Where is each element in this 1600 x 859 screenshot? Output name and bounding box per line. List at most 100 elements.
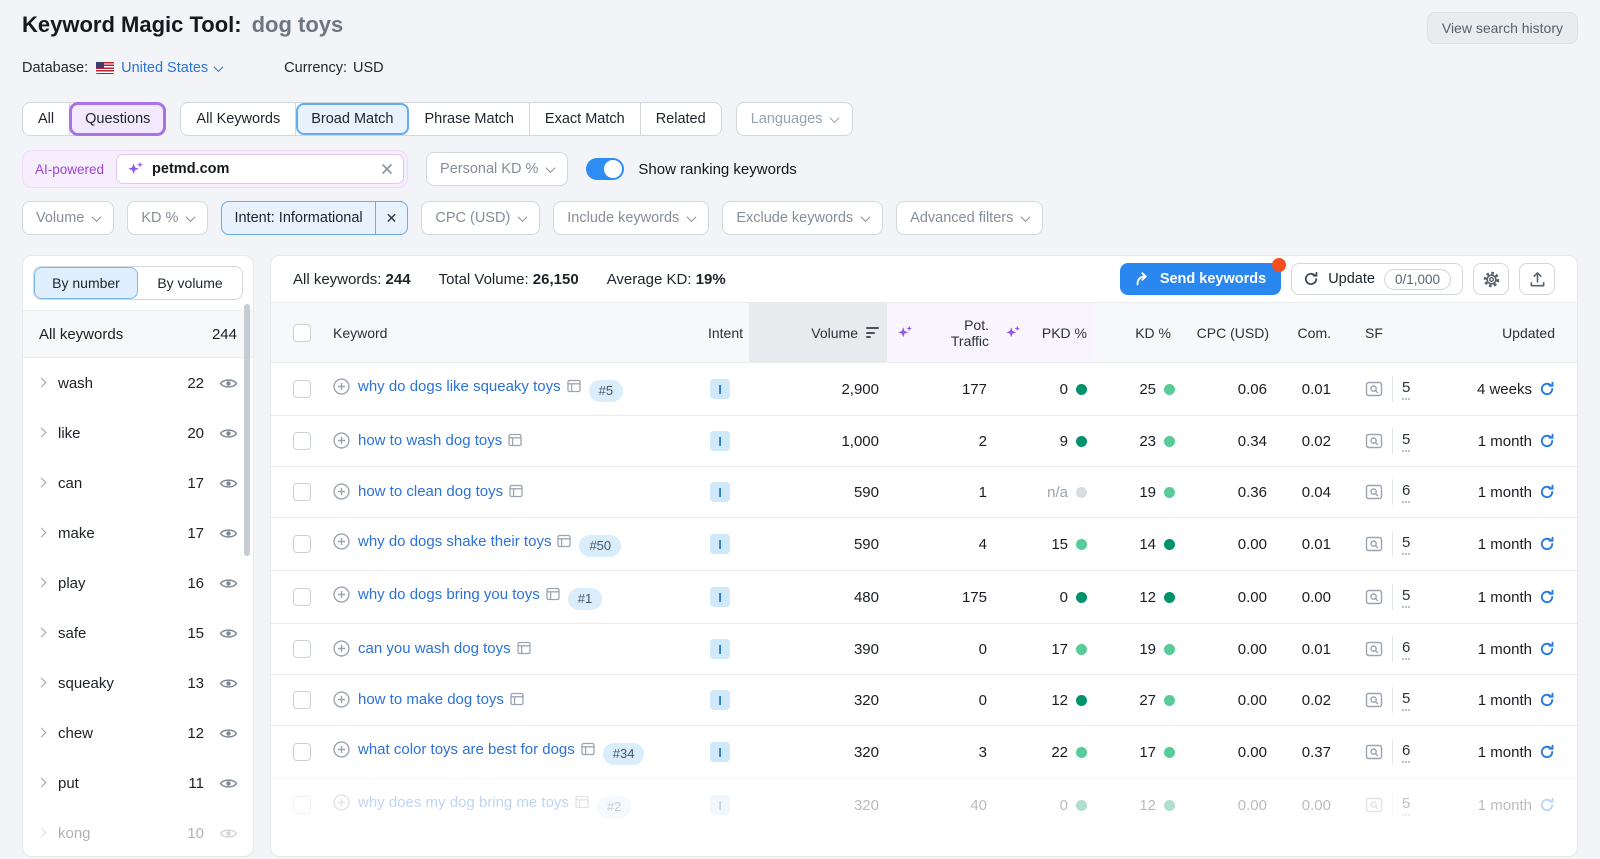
add-keyword-icon[interactable] [333, 483, 350, 500]
chevron-right-icon[interactable] [37, 777, 47, 787]
serp-preview-icon[interactable] [1365, 483, 1383, 501]
refresh-icon[interactable] [1539, 744, 1555, 760]
column-com[interactable]: Com. [1275, 303, 1337, 362]
eye-icon[interactable] [219, 424, 238, 443]
tab-related[interactable]: Related [641, 103, 721, 135]
advanced-filters[interactable]: Advanced filters [896, 201, 1043, 235]
settings-button[interactable] [1473, 263, 1509, 295]
add-keyword-icon[interactable] [333, 741, 350, 758]
keyword-group-item[interactable]: squeaky 13 [23, 658, 253, 708]
keyword-group-item[interactable]: chew 12 [23, 708, 253, 758]
chevron-right-icon[interactable] [37, 527, 47, 537]
sf-count[interactable]: 5 [1402, 795, 1410, 816]
chevron-right-icon[interactable] [37, 577, 47, 587]
column-updated[interactable]: Updated [1429, 303, 1555, 362]
domain-input-box[interactable] [116, 154, 404, 184]
row-checkbox[interactable] [293, 380, 311, 398]
sf-count[interactable]: 5 [1402, 431, 1410, 452]
chevron-right-icon[interactable] [37, 627, 47, 637]
languages-dropdown[interactable]: Languages [736, 102, 854, 136]
keyword-link[interactable]: why do dogs bring you toys [358, 586, 540, 603]
serp-preview-icon[interactable] [1365, 535, 1383, 553]
serp-features-icon[interactable] [575, 795, 589, 809]
chevron-right-icon[interactable] [37, 427, 47, 437]
eye-icon[interactable] [219, 724, 238, 743]
show-ranking-keywords-toggle[interactable] [586, 158, 624, 180]
serp-features-icon[interactable] [546, 587, 560, 601]
serp-preview-icon[interactable] [1365, 640, 1383, 658]
serp-preview-icon[interactable] [1365, 588, 1383, 606]
add-keyword-icon[interactable] [333, 586, 350, 603]
serp-features-icon[interactable] [508, 433, 522, 447]
chevron-right-icon[interactable] [37, 727, 47, 737]
chevron-right-icon[interactable] [37, 377, 47, 387]
refresh-icon[interactable] [1539, 589, 1555, 605]
serp-preview-icon[interactable] [1365, 691, 1383, 709]
column-pkd[interactable]: PKD % [995, 303, 1093, 362]
serp-preview-icon[interactable] [1365, 796, 1383, 814]
row-checkbox[interactable] [293, 796, 311, 814]
refresh-icon[interactable] [1539, 692, 1555, 708]
add-keyword-icon[interactable] [333, 378, 350, 395]
serp-features-icon[interactable] [581, 742, 595, 756]
column-pot-traffic[interactable]: Pot. Traffic [887, 303, 995, 362]
refresh-icon[interactable] [1539, 433, 1555, 449]
sf-count[interactable]: 5 [1402, 587, 1410, 608]
refresh-icon[interactable] [1539, 381, 1555, 397]
row-checkbox[interactable] [293, 588, 311, 606]
select-all-checkbox[interactable] [293, 324, 311, 342]
chevron-right-icon[interactable] [37, 827, 47, 837]
add-keyword-icon[interactable] [333, 794, 350, 811]
column-volume[interactable]: Volume [749, 303, 887, 362]
tab-exact-match[interactable]: Exact Match [530, 103, 641, 135]
tab-all[interactable]: All [23, 103, 70, 135]
row-checkbox[interactable] [293, 691, 311, 709]
add-keyword-icon[interactable] [333, 533, 350, 550]
refresh-icon[interactable] [1539, 484, 1555, 500]
serp-preview-icon[interactable] [1365, 380, 1383, 398]
add-keyword-icon[interactable] [333, 640, 350, 657]
serp-features-icon[interactable] [517, 641, 531, 655]
sf-count[interactable]: 6 [1402, 482, 1410, 503]
serp-preview-icon[interactable] [1365, 743, 1383, 761]
chevron-right-icon[interactable] [37, 677, 47, 687]
keyword-group-item[interactable]: like 20 [23, 408, 253, 458]
serp-features-icon[interactable] [567, 379, 581, 393]
eye-icon[interactable] [219, 374, 238, 393]
by-number-button[interactable]: By number [34, 267, 138, 299]
cpc-filter[interactable]: CPC (USD) [421, 201, 540, 235]
column-kd[interactable]: KD % [1093, 303, 1175, 362]
tab-phrase-match[interactable]: Phrase Match [409, 103, 529, 135]
sf-count[interactable]: 5 [1402, 534, 1410, 555]
row-checkbox[interactable] [293, 483, 311, 501]
include-keywords-filter[interactable]: Include keywords [553, 201, 709, 235]
keyword-link[interactable]: how to make dog toys [358, 691, 504, 708]
clear-input-icon[interactable] [381, 163, 393, 175]
keyword-group-item[interactable]: kong 10 [23, 808, 253, 857]
row-checkbox[interactable] [293, 432, 311, 450]
serp-features-icon[interactable] [557, 534, 571, 548]
keyword-link[interactable]: how to wash dog toys [358, 432, 502, 449]
serp-features-icon[interactable] [509, 484, 523, 498]
row-checkbox[interactable] [293, 535, 311, 553]
personal-kd-dropdown[interactable]: Personal KD % [426, 152, 568, 186]
refresh-icon[interactable] [1539, 536, 1555, 552]
keyword-link[interactable]: why does my dog bring me toys [358, 794, 569, 811]
send-keywords-button[interactable]: Send keywords [1120, 263, 1281, 295]
column-keyword[interactable]: Keyword [333, 303, 691, 362]
all-keywords-group[interactable]: All keywords 244 [23, 310, 253, 358]
eye-icon[interactable] [219, 624, 238, 643]
keyword-group-item[interactable]: make 17 [23, 508, 253, 558]
tab-all-keywords[interactable]: All Keywords [181, 103, 296, 135]
sidebar-scrollbar[interactable] [244, 304, 250, 556]
view-search-history-button[interactable]: View search history [1427, 12, 1578, 44]
add-keyword-icon[interactable] [333, 691, 350, 708]
eye-icon[interactable] [219, 474, 238, 493]
eye-icon[interactable] [219, 574, 238, 593]
eye-icon[interactable] [219, 674, 238, 693]
column-intent[interactable]: Intent [691, 303, 749, 362]
row-checkbox[interactable] [293, 743, 311, 761]
chevron-right-icon[interactable] [37, 477, 47, 487]
sf-count[interactable]: 6 [1402, 639, 1410, 660]
kd-filter[interactable]: KD % [127, 201, 208, 235]
